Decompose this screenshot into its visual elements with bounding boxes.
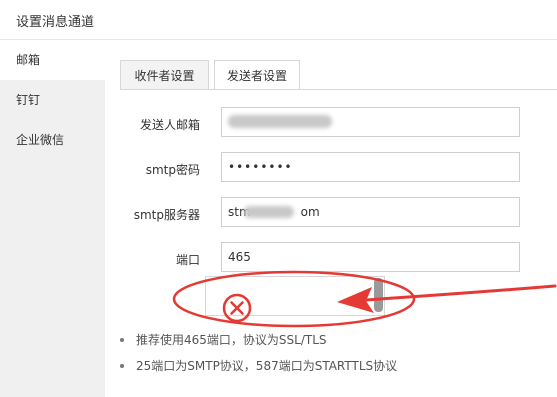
tab-recipient-settings[interactable]: 收件者设置 bbox=[120, 60, 209, 90]
hint-text: 25端口为SMTP协议，587端口为STARTTLS协议 bbox=[136, 359, 398, 373]
dropdown-scrollbar[interactable] bbox=[374, 278, 383, 312]
sidebar-item-wecom[interactable]: 企业微信 bbox=[0, 120, 105, 160]
sidebar-item-label: 企业微信 bbox=[16, 133, 65, 147]
port-value: 465 bbox=[228, 250, 251, 264]
port-label: 端口 bbox=[175, 253, 200, 267]
tab-sender-settings[interactable]: 发送者设置 bbox=[214, 60, 300, 90]
sidebar-item-label: 邮箱 bbox=[16, 53, 41, 67]
bullet-icon bbox=[120, 363, 124, 368]
smtp-password-label: smtp密码 bbox=[145, 163, 200, 177]
smtp-server-label: smtp服务器 bbox=[133, 208, 200, 222]
bullet-icon bbox=[120, 337, 124, 342]
sidebar-item-label: 钉钉 bbox=[16, 93, 41, 107]
annotation-arrow-shaft bbox=[363, 284, 557, 302]
error-close-icon bbox=[222, 293, 252, 323]
sidebar-item-dingtalk[interactable]: 钉钉 bbox=[0, 80, 105, 120]
hint-text: 推荐使用465端口，协议为SSL/TLS bbox=[136, 333, 327, 347]
redacted-server-blur bbox=[244, 206, 294, 218]
sidebar: 邮箱 钉钉 企业微信 bbox=[0, 40, 105, 397]
title-bar: 设置消息通道 bbox=[0, 0, 557, 40]
sidebar-item-email[interactable]: 邮箱 bbox=[0, 40, 105, 80]
list-item: 推荐使用465端口，协议为SSL/TLS bbox=[120, 331, 327, 348]
tab-divider bbox=[120, 89, 557, 90]
smtp-password-field[interactable]: •••••••• bbox=[221, 152, 520, 182]
window-title: 设置消息通道 bbox=[16, 15, 95, 30]
port-field[interactable]: 465 bbox=[221, 242, 520, 272]
sender-email-label: 发送人邮箱 bbox=[139, 118, 200, 132]
smtp-password-value: •••••••• bbox=[228, 160, 293, 174]
redacted-email-blur bbox=[228, 115, 332, 128]
smtp-server-value-suffix: om bbox=[300, 205, 320, 219]
list-item: 25端口为SMTP协议，587端口为STARTTLS协议 bbox=[120, 357, 397, 374]
